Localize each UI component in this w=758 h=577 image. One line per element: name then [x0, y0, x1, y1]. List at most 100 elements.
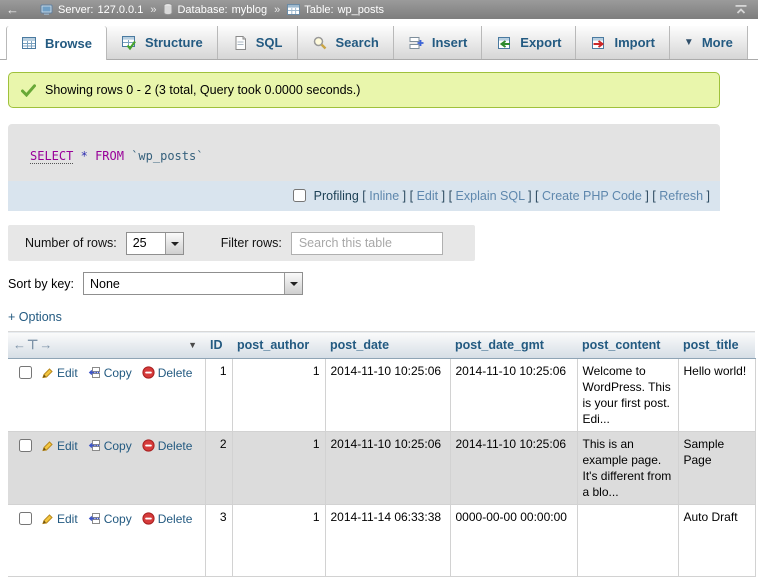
sql-keyword-from: FROM — [95, 149, 124, 163]
inline-link[interactable]: Inline — [369, 189, 399, 203]
cell-post-date-gmt: 2014-11-10 10:25:06 — [450, 359, 577, 432]
num-rows-select[interactable]: 25 — [126, 232, 184, 255]
edit-row-link[interactable]: Edit — [41, 512, 78, 526]
refresh-link[interactable]: Refresh — [659, 189, 703, 203]
breadcrumb-database[interactable]: Database: myblog — [163, 3, 267, 16]
create-php-code-link[interactable]: Create PHP Code — [542, 189, 642, 203]
cell-post-author: 1 — [232, 359, 325, 432]
pencil-icon — [41, 512, 54, 525]
copy-row-link[interactable]: Copy — [88, 512, 132, 526]
breadcrumb-table-value[interactable]: wp_posts — [338, 4, 384, 16]
filter-rows-label: Filter rows: — [221, 236, 282, 250]
header-post-date[interactable]: post_date — [325, 332, 450, 359]
delete-icon — [142, 439, 155, 452]
row-checkbox[interactable] — [19, 366, 32, 379]
sort-key-select[interactable]: None — [83, 272, 303, 295]
row-actions: Edit Copy Delete — [8, 359, 205, 432]
sql-query[interactable]: SELECT * FROM `wp_posts` — [8, 124, 720, 181]
explain-sql-link[interactable]: Explain SQL — [456, 189, 525, 203]
breadcrumb-table[interactable]: Table: wp_posts — [287, 4, 384, 16]
profiling-checkbox[interactable] — [293, 189, 306, 202]
cell-id: 1 — [205, 359, 232, 432]
row-actions: Edit Copy Delete — [8, 505, 205, 577]
delete-row-link[interactable]: Delete — [142, 512, 193, 526]
insert-icon — [408, 35, 424, 51]
column-reorder-icon[interactable]: ←⊤→ — [13, 337, 53, 353]
cell-post-content — [577, 505, 678, 577]
header-post-author[interactable]: post_author — [232, 332, 325, 359]
back-arrow-icon[interactable]: ← — [6, 2, 19, 17]
sql-icon — [232, 35, 248, 51]
breadcrumb-database-label[interactable]: Database: — [177, 4, 227, 16]
database-icon — [163, 3, 173, 16]
sort-by-key-label: Sort by key: — [8, 277, 74, 291]
row-checkbox[interactable] — [19, 512, 32, 525]
row-actions: Edit Copy Delete — [8, 432, 205, 505]
copy-row-link[interactable]: Copy — [88, 366, 132, 380]
profiling-label: Profiling — [314, 189, 359, 203]
cell-id: 2 — [205, 432, 232, 505]
tab-sql[interactable]: SQL — [218, 26, 298, 59]
table-search-input[interactable] — [291, 232, 443, 255]
server-icon — [40, 4, 54, 16]
sort-bar: Sort by key: None — [0, 272, 758, 295]
edit-query-link[interactable]: Edit — [417, 189, 439, 203]
tab-structure[interactable]: Structure — [107, 26, 218, 59]
tab-search[interactable]: Search — [298, 26, 394, 59]
delete-icon — [142, 366, 155, 379]
edit-row-link[interactable]: Edit — [41, 439, 78, 453]
breadcrumb-server[interactable]: Server: 127.0.0.1 — [40, 4, 143, 16]
cell-post-content: Welcome to WordPress. This is your first… — [577, 359, 678, 432]
tab-export[interactable]: Export — [482, 26, 576, 59]
copy-row-link[interactable]: Copy — [88, 439, 132, 453]
edit-row-link[interactable]: Edit — [41, 366, 78, 380]
delete-row-link[interactable]: Delete — [142, 439, 193, 453]
tab-browse[interactable]: Browse — [6, 26, 107, 60]
export-icon — [496, 35, 512, 51]
tab-insert-label: Insert — [432, 35, 467, 50]
cell-id: 3 — [205, 505, 232, 577]
copy-icon — [88, 512, 101, 525]
num-rows-label: Number of rows: — [25, 236, 117, 250]
rows-filter-bar: Number of rows: 25 Filter rows: — [8, 225, 475, 261]
breadcrumb-database-value[interactable]: myblog — [232, 4, 267, 16]
row-checkbox[interactable] — [19, 439, 32, 452]
header-post-date-gmt[interactable]: post_date_gmt — [450, 332, 577, 359]
tab-search-label: Search — [336, 35, 379, 50]
delete-icon — [142, 512, 155, 525]
cell-post-title: Sample Page — [678, 432, 755, 505]
tab-more[interactable]: ▼ More — [670, 26, 748, 59]
tab-bar: Browse Structure SQL Search Insert — [0, 19, 758, 60]
header-post-content[interactable]: post_content — [577, 332, 678, 359]
search-icon — [312, 35, 328, 51]
tab-sql-label: SQL — [256, 35, 283, 50]
options-caret-icon[interactable]: ▼ — [188, 340, 197, 350]
cell-post-title: Hello world! — [678, 359, 755, 432]
collapse-icon[interactable] — [734, 4, 748, 15]
success-check-icon — [21, 84, 36, 97]
breadcrumb-server-label[interactable]: Server: — [58, 4, 93, 16]
breadcrumb-table-label[interactable]: Table: — [304, 4, 333, 16]
table-header-row: ←⊤→ ▼ ID post_author post_date post_date… — [8, 332, 755, 359]
sql-table-ref: `wp_posts` — [131, 149, 203, 163]
results-table: ←⊤→ ▼ ID post_author post_date post_date… — [8, 331, 756, 577]
cell-post-date: 2014-11-10 10:25:06 — [325, 432, 450, 505]
pencil-icon — [41, 439, 54, 452]
delete-row-link[interactable]: Delete — [142, 366, 193, 380]
breadcrumb-server-value[interactable]: 127.0.0.1 — [97, 4, 143, 16]
structure-icon — [121, 35, 137, 51]
tab-insert[interactable]: Insert — [394, 26, 482, 59]
query-box: SELECT * FROM `wp_posts` Profiling [ Inl… — [8, 124, 720, 211]
table-row: EditCopyDelete 2 1 2014-11-10 10:25:06 2… — [8, 432, 755, 505]
tab-export-label: Export — [520, 35, 561, 50]
tab-import[interactable]: Import — [576, 26, 669, 59]
sql-keyword-select[interactable]: SELECT — [30, 149, 73, 164]
header-id[interactable]: ID — [205, 332, 232, 359]
tab-structure-label: Structure — [145, 35, 203, 50]
cell-post-date: 2014-11-14 06:33:38 — [325, 505, 450, 577]
options-toggle-link[interactable]: + Options — [8, 310, 62, 324]
header-post-title[interactable]: post_title — [678, 332, 755, 359]
browse-icon — [21, 35, 37, 51]
tab-browse-label: Browse — [45, 36, 92, 51]
success-message-text: Showing rows 0 - 2 (3 total, Query took … — [45, 83, 360, 97]
